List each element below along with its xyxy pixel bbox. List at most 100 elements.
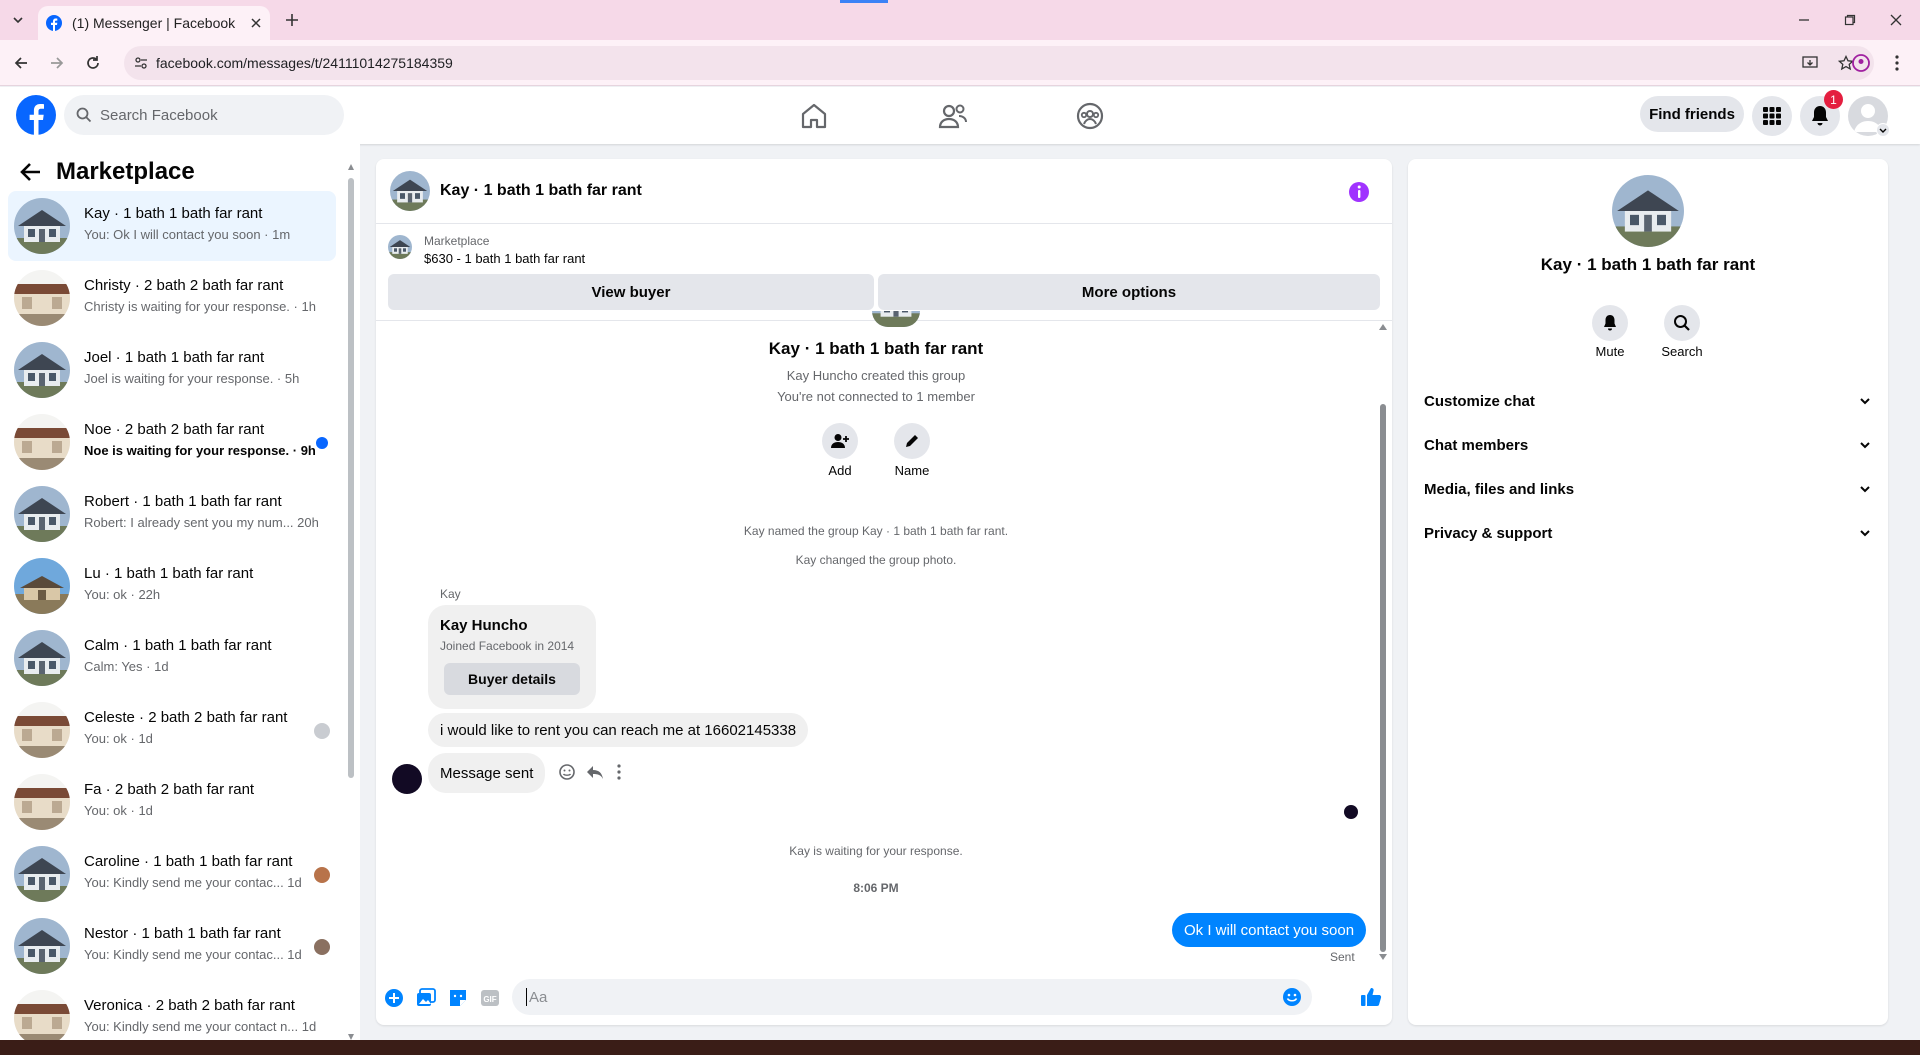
- conversation-thumbnail: [14, 414, 70, 470]
- conversation-item[interactable]: Calm · 1 bath 1 bath far rant Calm: Yes ·…: [8, 623, 336, 693]
- search-chat-button[interactable]: [1664, 305, 1700, 341]
- reload-icon[interactable]: [82, 52, 104, 74]
- notifications-button[interactable]: 1: [1800, 90, 1843, 136]
- tab-close-icon[interactable]: [250, 17, 262, 29]
- unread-dot: [316, 437, 328, 449]
- search-input[interactable]: Search Facebook: [64, 95, 344, 135]
- back-arrow-icon[interactable]: [20, 162, 42, 182]
- message-input[interactable]: Aa: [512, 979, 1312, 1015]
- conversation-item[interactable]: Celeste · 2 bath 2 bath far rant You: ok …: [8, 695, 336, 765]
- media-files-links-section[interactable]: Media, files and links: [1424, 469, 1872, 509]
- menu-grid-button[interactable]: [1752, 96, 1792, 136]
- forward-icon[interactable]: [46, 52, 68, 74]
- add-member-button[interactable]: [822, 423, 858, 459]
- profile-icon[interactable]: [1850, 52, 1872, 74]
- chat-scrollbar[interactable]: [1378, 324, 1388, 960]
- conversation-item[interactable]: Robert · 1 bath 1 bath far rant Robert: I…: [8, 479, 336, 549]
- buyer-details-button[interactable]: Buyer details: [444, 663, 580, 695]
- chevron-down-icon: [1860, 486, 1870, 493]
- conversation-item[interactable]: Joel · 1 bath 1 bath far rant Joel is wai…: [8, 335, 336, 405]
- details-avatar[interactable]: [1612, 175, 1684, 247]
- emoji-icon[interactable]: [1282, 987, 1302, 1007]
- friends-nav-icon[interactable]: [938, 103, 968, 129]
- close-window-icon[interactable]: [1886, 10, 1906, 30]
- sticker-icon[interactable]: [448, 988, 468, 1008]
- home-nav-icon[interactable]: [800, 103, 828, 129]
- install-app-icon[interactable]: [1802, 55, 1818, 71]
- notification-badge: 1: [1824, 90, 1843, 109]
- more-actions-plus-icon[interactable]: [384, 988, 404, 1008]
- like-thumb-icon[interactable]: [1360, 986, 1382, 1008]
- conversation-item[interactable]: Kay · 1 bath 1 bath far rant You: Ok I wi…: [8, 191, 336, 261]
- message-sent-bubble[interactable]: Message sent: [428, 753, 546, 793]
- site-info-icon[interactable]: [134, 56, 148, 70]
- buyer-card-joined: Joined Facebook in 2014: [440, 639, 575, 653]
- seen-avatar: [314, 867, 330, 883]
- attach-photo-icon[interactable]: [416, 988, 436, 1008]
- view-buyer-button[interactable]: View buyer: [388, 274, 874, 310]
- minimize-icon[interactable]: [1794, 10, 1814, 30]
- conversation-preview: Christy is waiting for your response. · …: [84, 299, 316, 314]
- conversation-item[interactable]: Christy · 2 bath 2 bath far rant Christy …: [8, 263, 336, 333]
- url-text: facebook.com/messages/t/2411101427518435…: [156, 55, 453, 71]
- gif-icon[interactable]: GIF: [480, 988, 500, 1008]
- section-label: Chat members: [1424, 436, 1529, 454]
- conversation-item[interactable]: Noe · 2 bath 2 bath far rant Noe is waiti…: [8, 407, 336, 477]
- seen-avatar: [314, 939, 330, 955]
- conversation-thumbnail: [14, 486, 70, 542]
- back-icon[interactable]: [10, 52, 32, 74]
- info-icon[interactable]: [1348, 181, 1370, 203]
- privacy-support-section[interactable]: Privacy & support: [1424, 513, 1872, 553]
- chat-members-section[interactable]: Chat members: [1424, 425, 1872, 465]
- address-bar[interactable]: facebook.com/messages/t/2411101427518435…: [124, 46, 1874, 80]
- tab-search-icon[interactable]: [8, 10, 28, 30]
- conversation-name: Noe · 2 bath 2 bath far rant: [84, 421, 265, 438]
- more-options-button[interactable]: More options: [878, 274, 1380, 310]
- rename-group-button[interactable]: [894, 423, 930, 459]
- conversation-name: Veronica · 2 bath 2 bath far rant: [84, 997, 295, 1014]
- new-tab-icon[interactable]: [282, 10, 302, 30]
- sender-name: Kay: [440, 587, 461, 601]
- my-message-bubble[interactable]: Ok I will contact you soon: [1172, 913, 1367, 947]
- conversation-item[interactable]: Lu · 1 bath 1 bath far rant You: ok · 22h: [8, 551, 336, 621]
- marketplace-listing-bar: Marketplace $630 - 1 bath 1 bath far ran…: [376, 225, 1392, 321]
- timestamp: 8:06 PM: [853, 881, 899, 895]
- conversation-preview: Robert: I already sent you my num... 20h: [84, 515, 319, 530]
- conversation-thumbnail: [14, 990, 70, 1046]
- find-friends-button[interactable]: Find friends: [1640, 96, 1744, 132]
- conversation-item[interactable]: Nestor · 1 bath 1 bath far rant You: Kind…: [8, 911, 336, 981]
- conversation-preview: Noe is waiting for your response. · 9h: [84, 443, 316, 458]
- listing-title[interactable]: $630 - 1 bath 1 bath far rant: [424, 251, 585, 266]
- facebook-header: Search Facebook Find friends 1: [0, 87, 1920, 144]
- reply-icon[interactable]: [586, 763, 604, 781]
- restore-icon[interactable]: [1840, 10, 1860, 30]
- chat-title[interactable]: Kay · 1 bath 1 bath far rant: [440, 182, 642, 200]
- react-emoji-icon[interactable]: [558, 763, 576, 781]
- text-cursor: [526, 988, 527, 1006]
- facebook-logo-icon[interactable]: [16, 95, 56, 135]
- bell-icon: [1812, 106, 1828, 126]
- sender-avatar[interactable]: [392, 764, 422, 794]
- account-chevron-icon[interactable]: [1876, 123, 1890, 137]
- mute-label: Mute: [1595, 344, 1625, 359]
- more-actions-icon[interactable]: [616, 763, 622, 781]
- customize-chat-section[interactable]: Customize chat: [1424, 381, 1872, 421]
- conversation-item[interactable]: Fa · 2 bath 2 bath far rant You: ok · 1d: [8, 767, 336, 837]
- conversation-item[interactable]: Caroline · 1 bath 1 bath far rant You: Ki…: [8, 839, 336, 909]
- conversation-thumbnail: [14, 774, 70, 830]
- chevron-down-icon: [1860, 442, 1870, 449]
- message-bubble[interactable]: i would like to rent you can reach me at…: [428, 713, 809, 747]
- chat-avatar[interactable]: [390, 171, 430, 211]
- groups-nav-icon[interactable]: [1076, 102, 1104, 130]
- browser-menu-icon[interactable]: [1886, 52, 1908, 74]
- seen-avatar: [314, 723, 330, 739]
- browser-tab[interactable]: (1) Messenger | Facebook: [38, 6, 270, 40]
- search-placeholder: Search Facebook: [100, 106, 218, 124]
- conversation-thumbnail: [14, 342, 70, 398]
- sidebar-scrollbar[interactable]: [347, 164, 355, 1040]
- conversation-preview: You: ok · 1d: [84, 731, 153, 746]
- conversation-preview: Calm: Yes · 1d: [84, 659, 169, 674]
- search-icon: [1674, 315, 1690, 331]
- add-label: Add: [828, 463, 852, 478]
- mute-button[interactable]: [1592, 305, 1628, 341]
